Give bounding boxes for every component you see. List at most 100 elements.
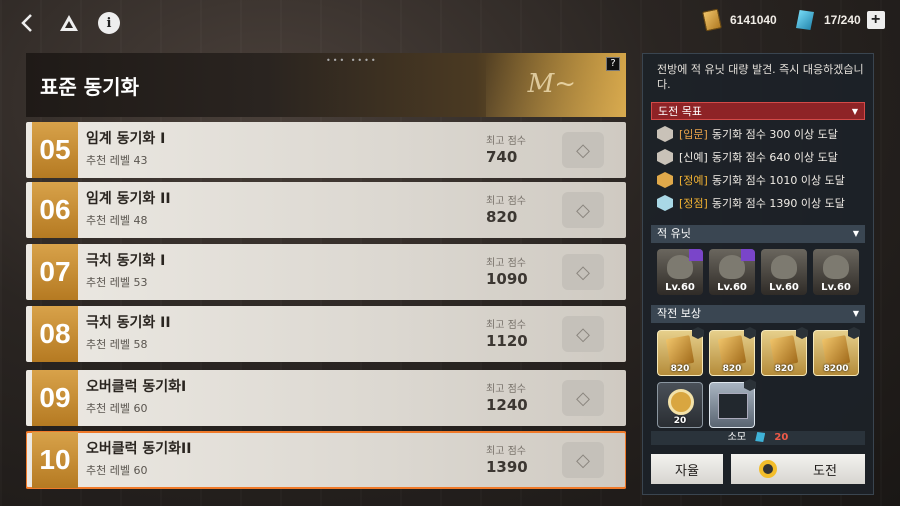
- recommended-level: 추천 레벨 58: [86, 338, 148, 351]
- recommended-level: 추천 레벨 60: [86, 402, 148, 415]
- stage-row-selected[interactable]: 10 오버클럭 동기화II 추천 레벨 60 최고 점수 1390 ◇: [26, 431, 626, 489]
- enemy-level: Lv.60: [769, 282, 799, 293]
- stage-number: 07: [32, 244, 78, 300]
- best-score: 1120: [486, 332, 528, 350]
- chevron-down-icon: ▼: [852, 309, 859, 318]
- reward-item[interactable]: 8200: [813, 327, 860, 376]
- rank-novice-icon: [657, 149, 673, 165]
- stamina-amount: 17/240: [824, 13, 861, 27]
- auto-button[interactable]: 자율: [651, 454, 723, 484]
- gold-bar-icon: [717, 335, 747, 367]
- header-banner: ••• •••• 표준 동기화 M~ ?: [26, 53, 626, 117]
- rewards-label: 작전 보상: [657, 307, 701, 320]
- rank-badge-icon: ◇: [562, 316, 604, 352]
- stamina-crystal-icon: [796, 10, 814, 30]
- stage-name: 오버클럭 동기화II: [86, 441, 192, 457]
- rank-badge-icon: ◇: [562, 254, 604, 290]
- rank-novice-icon: [692, 327, 704, 339]
- help-button[interactable]: ?: [606, 57, 620, 71]
- stage-name: 임계 동기화 II: [86, 191, 171, 207]
- recommended-level: 추천 레벨 60: [86, 464, 148, 477]
- stage-row[interactable]: 08 극치 동기화 II 추천 레벨 58 최고 점수 1120 ◇: [26, 306, 626, 362]
- best-score: 1240: [486, 396, 528, 414]
- stage-number: 10: [32, 432, 78, 488]
- best-score-label: 최고 점수: [486, 384, 526, 395]
- reward-item[interactable]: 820: [709, 327, 756, 376]
- stage-name: 임계 동기화 I: [86, 131, 166, 147]
- stamina-resource: 17/240 +: [796, 10, 885, 30]
- reward-item[interactable]: 820: [657, 327, 704, 376]
- rank-entry-icon: [848, 327, 860, 339]
- stage-row[interactable]: 06 임계 동기화 II 추천 레벨 48 최고 점수 820 ◇: [26, 182, 626, 238]
- enemy-units-label: 적 유닛: [657, 227, 691, 240]
- best-score-label: 최고 점수: [486, 136, 526, 147]
- add-stamina-button[interactable]: +: [866, 11, 885, 29]
- back-icon[interactable]: [16, 12, 38, 34]
- rank-apex-icon: [657, 195, 673, 211]
- signature-decoration: M~: [527, 69, 576, 99]
- enemy-unit-card[interactable]: Lv.60: [657, 249, 703, 295]
- recommended-level: 추천 레벨 48: [86, 214, 148, 227]
- enemy-level: Lv.60: [665, 282, 695, 293]
- gold-bar-icon: [665, 335, 695, 367]
- stage-row[interactable]: 07 극치 동기화 I 추천 레벨 53 최고 점수 1090 ◇: [26, 244, 626, 300]
- rank-novice-icon: [796, 327, 808, 339]
- gold-resource: 6141040: [702, 8, 777, 32]
- info-icon[interactable]: i: [98, 12, 120, 34]
- triangle-logo-icon[interactable]: [58, 12, 80, 34]
- challenge-button[interactable]: 도전: [731, 454, 865, 484]
- stage-description: 전방에 적 유닛 대량 발견. 즉시 대응하겠습니다.: [657, 63, 864, 91]
- stage-number: 08: [32, 306, 78, 362]
- stage-list[interactable]: 05 임계 동기화 I 추천 레벨 43 최고 점수 740 ◇ 06 임계 동…: [26, 122, 626, 492]
- cost-label: 소모: [727, 432, 747, 443]
- chevron-down-icon: ▼: [851, 107, 858, 116]
- stage-number: 06: [32, 182, 78, 238]
- reward-amount: 8200: [823, 364, 849, 374]
- enemy-level: Lv.60: [717, 282, 747, 293]
- gold-bar-icon: [702, 8, 722, 32]
- stage-row[interactable]: 05 임계 동기화 I 추천 레벨 43 최고 점수 740 ◇: [26, 122, 626, 178]
- medal-icon: [668, 389, 694, 415]
- best-score-label: 최고 점수: [486, 320, 526, 331]
- reward-item[interactable]: 20: [657, 382, 703, 428]
- goals-header[interactable]: 도전 목표 ▼: [651, 102, 865, 120]
- stage-name: 오버클럭 동기화I: [86, 379, 187, 395]
- best-score: 1390: [486, 458, 528, 476]
- reward-item[interactable]: 820: [761, 327, 808, 376]
- rank-badge-icon: ◇: [562, 442, 604, 478]
- goal-item: [입문] 동기화 점수 300 이상 도달: [657, 126, 838, 142]
- goal-tag: [입문]: [679, 128, 708, 141]
- chevron-down-icon: ▼: [852, 229, 859, 238]
- enemy-unit-card[interactable]: Lv.60: [709, 249, 755, 295]
- enemy-unit-card[interactable]: Lv.60: [813, 249, 859, 295]
- recommended-level: 추천 레벨 53: [86, 276, 148, 289]
- gold-amount: 6141040: [730, 13, 777, 27]
- rank-badge-icon: ◇: [562, 132, 604, 168]
- enemy-portrait: [771, 255, 797, 279]
- rewards-header[interactable]: 작전 보상 ▼: [651, 305, 865, 323]
- elite-mark-icon: [689, 249, 703, 261]
- reward-item[interactable]: [709, 379, 756, 428]
- reward-amount: 820: [670, 364, 690, 374]
- top-bar: i 6141040 17/240 +: [0, 0, 900, 46]
- goal-tag: [신예]: [679, 151, 708, 164]
- stage-row[interactable]: 09 오버클럭 동기화I 추천 레벨 60 최고 점수 1240 ◇: [26, 370, 626, 426]
- enemy-units-header[interactable]: 적 유닛 ▼: [651, 225, 865, 243]
- enemy-unit-card[interactable]: Lv.60: [761, 249, 807, 295]
- goal-text: 동기화 점수 1010 이상 도달: [711, 174, 845, 187]
- rank-entry-icon: [657, 126, 673, 142]
- goal-text: 동기화 점수 1390 이상 도달: [711, 197, 845, 210]
- goal-item: [정예] 동기화 점수 1010 이상 도달: [657, 172, 845, 188]
- stage-number: 05: [32, 122, 78, 178]
- best-score-label: 최고 점수: [486, 446, 526, 457]
- best-score: 820: [486, 208, 518, 226]
- best-score: 1090: [486, 270, 528, 288]
- auto-label: 자율: [675, 463, 699, 479]
- cost-bar: 소모 20: [651, 431, 865, 445]
- goal-text: 동기화 점수 640 이상 도달: [711, 151, 838, 164]
- rank-elite-icon: [657, 172, 673, 188]
- recommended-level: 추천 레벨 43: [86, 154, 148, 167]
- stage-number: 09: [32, 370, 78, 426]
- gold-bar-icon: [769, 335, 799, 367]
- reward-amount: 820: [774, 364, 794, 374]
